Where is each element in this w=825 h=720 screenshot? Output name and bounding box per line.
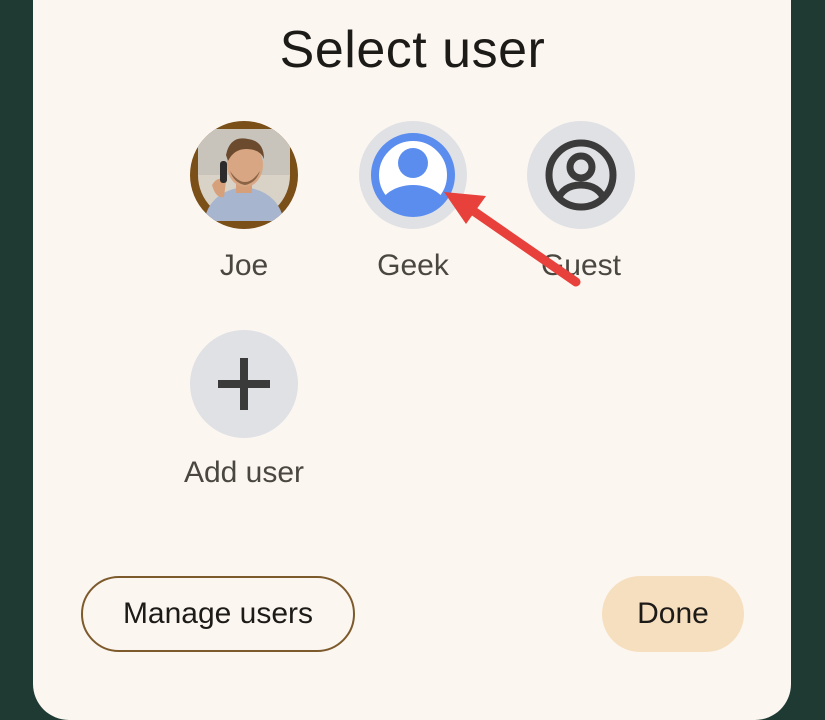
done-button[interactable]: Done xyxy=(602,576,744,652)
user-label: Geek xyxy=(377,249,449,282)
account-circle-icon xyxy=(371,133,455,217)
manage-users-button[interactable]: Manage users xyxy=(81,576,355,652)
user-geek[interactable]: Geek xyxy=(328,121,498,283)
avatar xyxy=(190,121,298,229)
user-label: Guest xyxy=(540,249,622,282)
account-circle-outline-icon xyxy=(545,139,617,211)
add-user-button[interactable]: Add user xyxy=(159,330,329,490)
plus-icon xyxy=(218,358,270,410)
user-joe[interactable]: Joe xyxy=(159,121,329,283)
user-label: Add user xyxy=(183,456,305,489)
dialog-title: Select user xyxy=(279,21,546,79)
add-user-avatar xyxy=(190,330,298,438)
avatar xyxy=(527,121,635,229)
user-label: Joe xyxy=(219,249,269,282)
user-guest[interactable]: Guest xyxy=(496,121,666,283)
avatar xyxy=(359,121,467,229)
